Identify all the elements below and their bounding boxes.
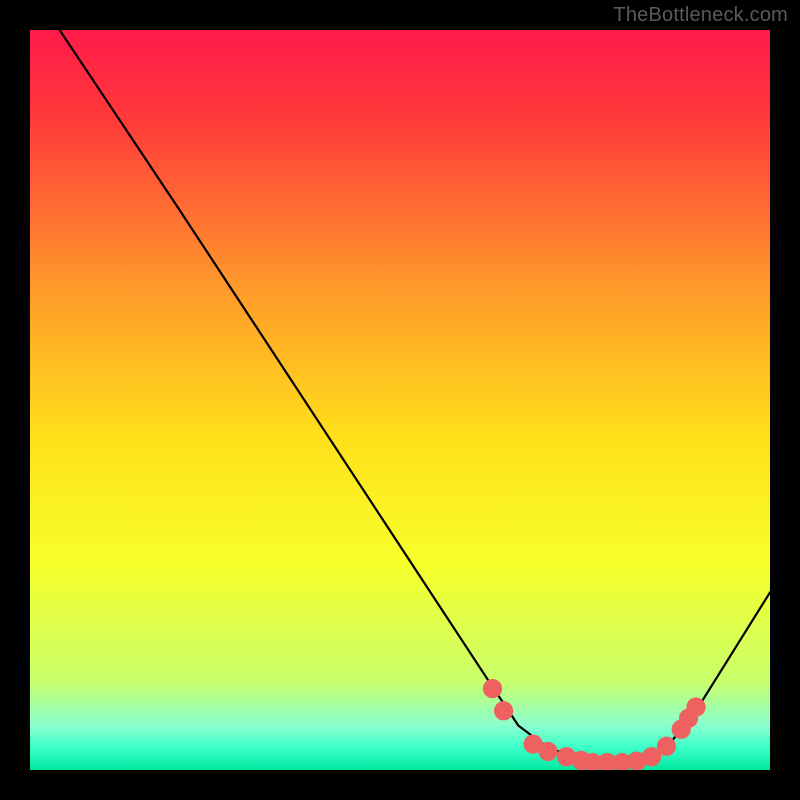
chart-svg bbox=[30, 30, 770, 770]
gradient-background bbox=[30, 30, 770, 770]
attribution-label: TheBottleneck.com bbox=[613, 4, 788, 27]
marker-dot bbox=[538, 742, 557, 761]
plot-area bbox=[30, 30, 770, 770]
chart-frame: TheBottleneck.com bbox=[0, 0, 800, 800]
marker-dot bbox=[686, 697, 705, 716]
marker-dot bbox=[494, 701, 513, 720]
marker-dot bbox=[483, 679, 502, 698]
marker-dot bbox=[657, 737, 676, 756]
